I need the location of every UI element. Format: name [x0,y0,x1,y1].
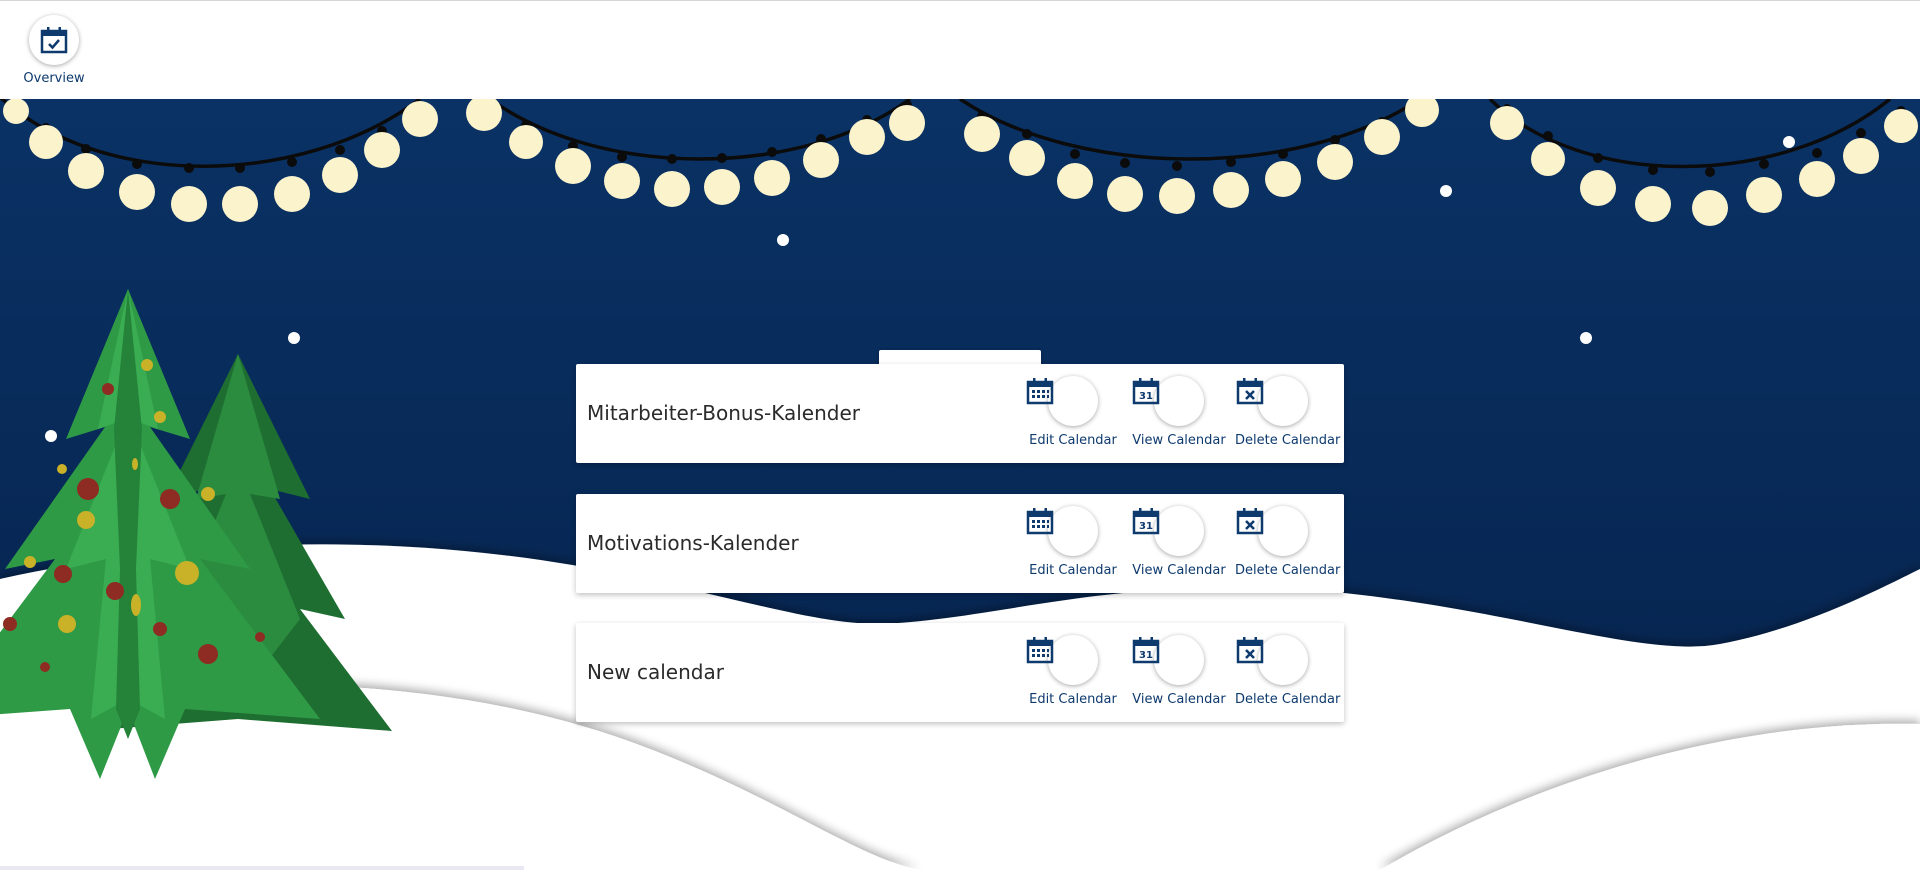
view-calendar-label: View Calendar [1132,433,1226,448]
delete-calendar-button[interactable]: Delete Calendar [1235,506,1341,578]
edit-calendar-button[interactable]: Edit Calendar [1025,635,1121,707]
calendar-31-icon[interactable]: 31 [1132,635,1204,685]
calendar-grid-icon[interactable] [1026,506,1098,556]
nav-overview[interactable]: Overview [22,15,86,86]
edit-calendar-label: Edit Calendar [1029,433,1117,448]
calendar-x-icon[interactable] [1236,376,1308,426]
view-calendar-button[interactable]: 31 View Calendar [1131,506,1227,578]
calendar-x-icon[interactable] [1236,635,1308,685]
calendar-day-number: 31 [1139,521,1153,532]
calendar-31-icon[interactable]: 31 [1132,506,1204,556]
view-calendar-button[interactable]: 31 View Calendar [1131,635,1227,707]
view-calendar-label: View Calendar [1132,692,1226,707]
calendar-name: Mitarbeiter-Bonus-Kalender [587,401,861,425]
delete-calendar-label: Delete Calendar [1235,692,1341,707]
calendar-grid-icon[interactable] [1026,376,1098,426]
calendar-name: Motivations-Kalender [587,531,799,555]
edit-calendar-button[interactable]: Edit Calendar [1025,376,1121,448]
edit-calendar-label: Edit Calendar [1029,563,1117,578]
calendar-card: New calendar Edit Calendar 31 View Calen… [576,623,1344,722]
calendar-name: New calendar [587,660,724,684]
calendar-x-icon[interactable] [1236,506,1308,556]
horizontal-scrollbar[interactable] [0,866,524,870]
edit-calendar-button[interactable]: Edit Calendar [1025,506,1121,578]
nav-overview-label: Overview [23,71,85,86]
calendar-day-number: 31 [1139,650,1153,661]
delete-calendar-label: Delete Calendar [1235,433,1341,448]
scene-illustration [0,99,1920,870]
calendar-check-icon[interactable] [29,15,79,65]
calendar-card: Mitarbeiter-Bonus-Kalender Edit Calendar… [576,364,1344,463]
delete-calendar-label: Delete Calendar [1235,563,1341,578]
calendar-day-number: 31 [1139,391,1153,402]
calendar-grid-icon[interactable] [1026,635,1098,685]
view-calendar-button[interactable]: 31 View Calendar [1131,376,1227,448]
top-navigation-bar: Overview [0,0,1920,99]
view-calendar-label: View Calendar [1132,563,1226,578]
calendar-31-icon[interactable]: 31 [1132,376,1204,426]
delete-calendar-button[interactable]: Delete Calendar [1235,376,1341,448]
edit-calendar-label: Edit Calendar [1029,692,1117,707]
christmas-scene-background: Add Calendar Mitarbeiter-Bonus-Kalender … [0,99,1920,870]
calendar-card: Motivations-Kalender Edit Calendar 31 Vi… [576,494,1344,593]
delete-calendar-button[interactable]: Delete Calendar [1235,635,1341,707]
